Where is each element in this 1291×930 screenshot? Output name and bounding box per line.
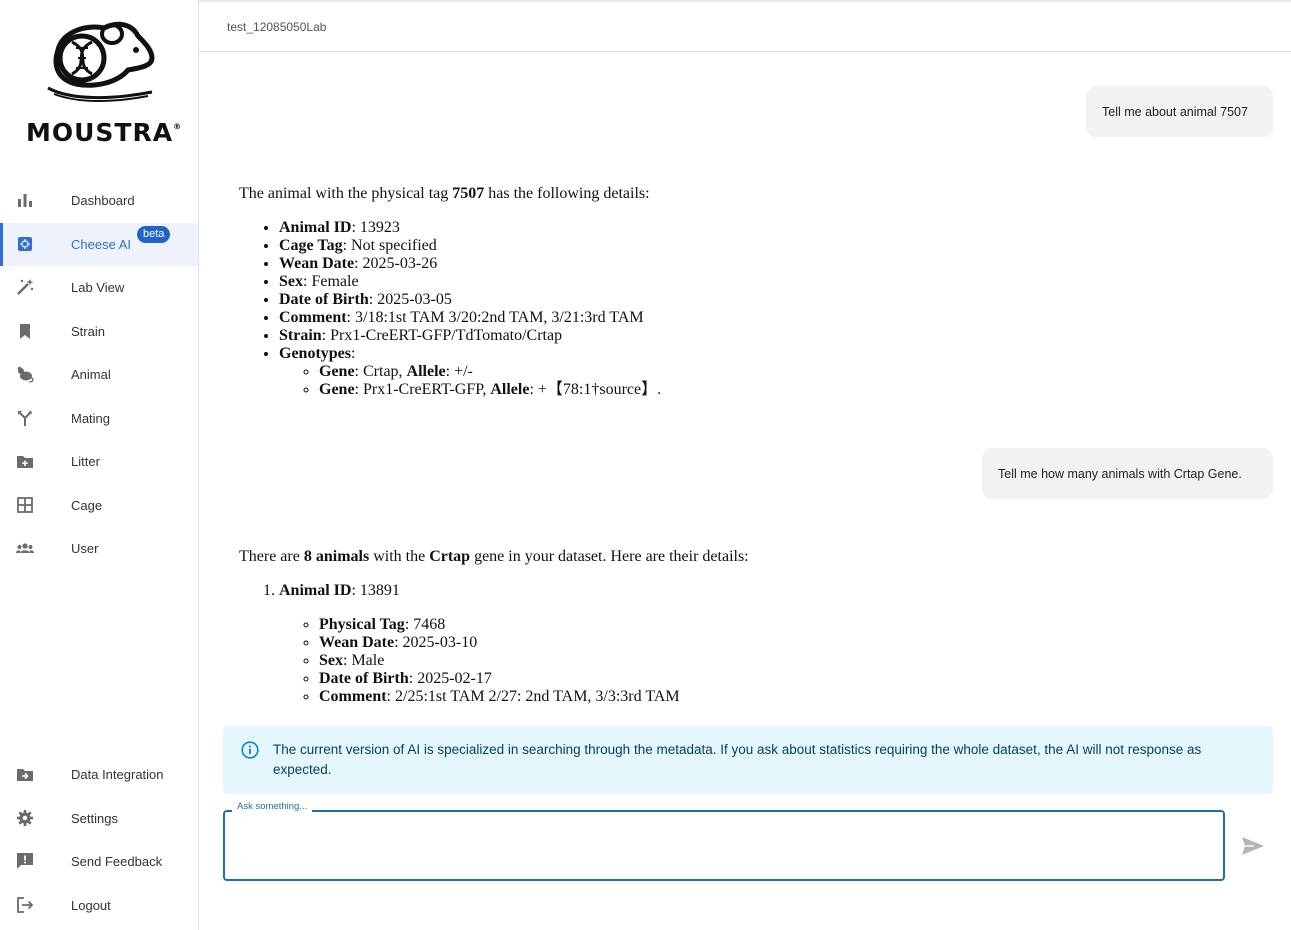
ai-message: There are 8 animals with the Crtap gene … [239,548,1239,706]
sidebar-item-label: Lab View [71,280,125,295]
sidebar-item-label: Cheese AI [71,237,131,252]
list-item: Sex: Female [279,273,1239,291]
sidebar-item-animal[interactable]: Animal [0,353,198,396]
folder-add-icon [17,456,33,468]
user-message-text: Tell me how many animals with Crtap Gene… [998,466,1242,481]
ai-message-intro: The animal with the physical tag 7507 ha… [239,185,650,202]
list-item: Gene: Prx1-CreERT-GFP, Allele: +【78:1†so… [319,381,1239,399]
sidebar-item-mating[interactable]: Mating [0,397,198,440]
feedback-icon [17,853,33,869]
beta-badge: beta [137,226,171,243]
magic-wand-icon [17,279,34,295]
sidebar-item-strain[interactable]: Strain [0,310,198,353]
list-item: Comment: 2/25:1st TAM 2/27: 2nd TAM, 3/3… [319,688,1239,706]
list-item: Wean Date: 2025-03-10 [319,634,1239,652]
list-item: Genotypes: Gene: Crtap, Allele: +/- Gene… [279,345,1239,399]
sidebar-item-logout[interactable]: Logout [0,884,198,927]
sidebar-item-cage[interactable]: Cage [0,484,198,527]
sidebar-item-label: Cage [71,498,103,513]
chat-input[interactable] [237,822,1207,872]
sidebar-item-label: Animal [71,367,111,382]
mouse-dna-logo-icon [47,21,155,102]
gear-icon [17,810,33,826]
sidebar-item-label: Mating [71,411,111,426]
sidebar-item-cheese-ai[interactable]: Cheese AI beta [0,223,198,266]
sidebar-item-label: User [71,541,99,556]
user-message: Tell me about animal 7507 [1086,86,1273,137]
grid-icon [17,497,33,513]
users-icon [16,543,34,553]
animals-list: Animal ID: 13891 Physical Tag: 7468 Wean… [239,582,1239,706]
sidebar-item-litter[interactable]: Litter [0,440,198,483]
bar-chart-icon [18,194,32,207]
folder-import-icon [17,769,33,781]
chat-input-label: Ask something... [232,801,313,812]
ai-message-intro: There are 8 animals with the Crtap gene … [239,548,749,565]
animal-details-list: Physical Tag: 7468 Wean Date: 2025-03-10… [279,616,1239,706]
list-item: Comment: 3/18:1st TAM 3/20:2nd TAM, 3/21… [279,309,1239,327]
logout-icon [17,897,34,913]
alert-message: The current version of AI is specialized… [273,742,1202,777]
sidebar-item-send-feedback[interactable]: Send Feedback [0,840,198,883]
list-item: Animal ID: 13891 Physical Tag: 7468 Wean… [279,582,1239,706]
bookmark-icon [20,324,30,339]
send-icon[interactable] [1240,834,1266,858]
sidebar-item-dashboard[interactable]: Dashboard [0,179,198,222]
sidebar-item-label: Send Feedback [71,854,163,869]
sidebar: MOUSTRA® Dashboard Cheese AI beta Lab Vi… [0,0,199,930]
ai-message: The animal with the physical tag 7507 ha… [239,185,1239,399]
user-message: Tell me how many animals with Crtap Gene… [982,448,1273,499]
sidebar-item-label: Settings [71,811,118,826]
rodent-icon [17,366,34,383]
sidebar-item-label: Dashboard [71,193,135,208]
list-item: Date of Birth: 2025-03-05 [279,291,1239,309]
moustra-logo[interactable]: MOUSTRA® [22,18,181,153]
top-bar: test_12085050Lab [199,0,1291,52]
ai-chip-icon [18,237,32,251]
sidebar-item-lab-view[interactable]: Lab View [0,266,198,309]
animal-details-list: Animal ID: 13923 Cage Tag: Not specified… [239,219,1239,399]
genotype-list: Gene: Crtap, Allele: +/- Gene: Prx1-CreE… [279,363,1239,399]
info-alert: The current version of AI is specialized… [223,726,1273,794]
sidebar-item-settings[interactable]: Settings [0,797,198,840]
sidebar-item-label: Logout [71,898,111,913]
list-item: Physical Tag: 7468 [319,616,1239,634]
sidebar-item-label: Data Integration [71,767,164,782]
list-item: Date of Birth: 2025-02-17 [319,670,1239,688]
list-item: Animal ID: 13923 [279,219,1239,237]
list-item: Strain: Prx1-CreERT-GFP/TdTomato/Crtap [279,327,1239,345]
brand-name: MOUSTRA® [26,118,183,147]
list-item: Cage Tag: Not specified [279,237,1239,255]
info-icon [241,741,259,759]
lab-name: test_12085050Lab [227,20,327,34]
list-item: Wean Date: 2025-03-26 [279,255,1239,273]
sidebar-item-label: Strain [71,324,105,339]
sidebar-item-data-integration[interactable]: Data Integration [0,753,198,796]
user-message-text: Tell me about animal 7507 [1102,104,1248,119]
list-item: Sex: Male [319,652,1239,670]
sidebar-item-user[interactable]: User [0,527,198,570]
sidebar-item-label: Litter [71,454,100,469]
list-item: Gene: Crtap, Allele: +/- [319,363,1239,381]
chat-input-container [223,810,1225,881]
merge-icon [18,410,32,426]
